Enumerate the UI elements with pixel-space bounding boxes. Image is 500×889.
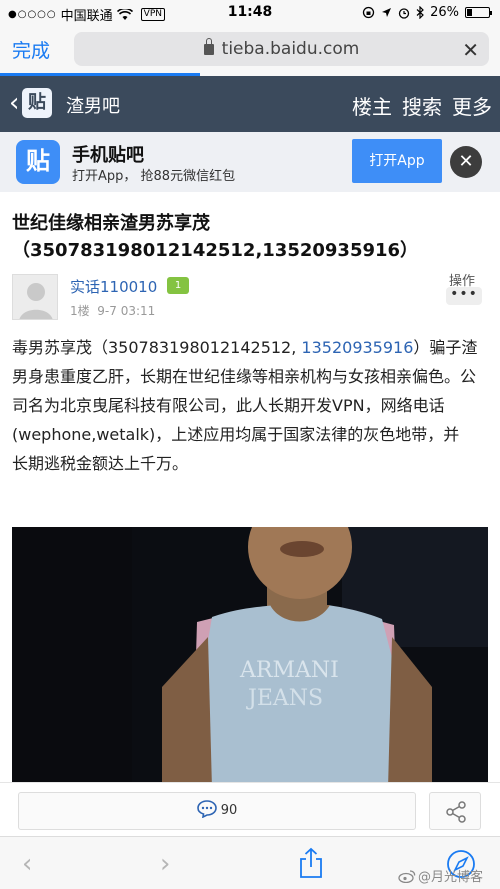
weibo-logo-icon: [398, 870, 416, 884]
battery-icon: [465, 7, 492, 18]
author-name[interactable]: 实话110010: [70, 276, 157, 297]
url-text: tieba.baidu.com: [221, 39, 360, 59]
location-icon: [382, 8, 392, 17]
reply-bar: 90: [0, 782, 500, 834]
svg-text:ARMANI: ARMANI: [239, 658, 339, 683]
comment-count: 90: [220, 803, 238, 818]
post-title: 世纪佳缘相亲渣男苏享茂 （35078319801214251​2,1352093…: [12, 210, 488, 264]
comment-bubble-icon: [196, 800, 217, 819]
url-field[interactable]: tieba.baidu.com ✕: [74, 32, 489, 66]
phone-link[interactable]: 13520935916: [301, 338, 413, 357]
done-button[interactable]: 完成: [12, 36, 50, 63]
tieba-logo[interactable]: 贴: [22, 88, 52, 118]
banner-title: 手机贴吧: [72, 145, 144, 166]
post-body-last: 长期逃税金额达上千万。: [12, 454, 189, 473]
share-nodes-icon: [446, 801, 466, 823]
header-action-search[interactable]: 搜索: [402, 91, 442, 120]
app-download-banner: 贴 手机贴吧 打开App， 抢88元微信红包 打开App ✕: [0, 132, 500, 192]
header-action-op[interactable]: 楼主: [352, 91, 392, 120]
banner-subtitle: 打开App， 抢88元微信红包: [72, 169, 236, 184]
floor-info: 1楼 9-7 03:11: [70, 302, 155, 319]
default-avatar-icon: [13, 275, 57, 319]
rotation-lock-icon: [362, 6, 375, 19]
back-chevron-icon[interactable]: ‹: [9, 90, 19, 116]
post-photo[interactable]: ARMANI JEANS: [12, 527, 488, 789]
floor-number: 1楼: [70, 304, 90, 318]
post-date: 9-7 03:11: [97, 304, 156, 318]
watermark: @月光博客: [398, 866, 483, 885]
watermark-text: @月光博客: [418, 870, 484, 885]
forum-name[interactable]: 渣男吧: [66, 92, 120, 118]
post-title-line1: 世纪佳缘相亲渣男苏享茂: [12, 213, 210, 234]
post-title-line2: （35078319801214251​2,13520935916）: [12, 240, 419, 261]
man-photo: ARMANI JEANS: [12, 527, 488, 789]
close-banner-icon[interactable]: ✕: [450, 146, 482, 178]
post-body-prefix: 毒男苏享茂（350783198012142512,: [12, 338, 302, 357]
comments-button[interactable]: 90: [18, 792, 416, 830]
status-bar: ●○○○○ 中国联通 VPN 11:48 26%: [0, 0, 500, 26]
close-icon[interactable]: ✕: [462, 38, 479, 62]
alarm-icon: [398, 7, 410, 19]
lock-icon: [203, 38, 214, 55]
svg-text:JEANS: JEANS: [246, 686, 323, 711]
header-action-more[interactable]: 更多: [452, 91, 492, 120]
browser-url-bar: 完成 tieba.baidu.com ✕: [0, 26, 500, 76]
forum-header: ‹ 贴 渣男吧 楼主 搜索 更多: [0, 76, 500, 132]
operations-more-button[interactable]: •••: [446, 287, 482, 305]
level-badge: 1: [167, 277, 189, 294]
share-icon[interactable]: [298, 847, 324, 879]
avatar[interactable]: [12, 274, 58, 320]
tieba-app-logo: 贴: [16, 140, 60, 184]
share-button[interactable]: [429, 792, 481, 830]
post-body: 毒男苏享茂（350783198012142512, 13520935916）骗子…: [12, 333, 490, 478]
bluetooth-icon: [416, 6, 424, 19]
forward-icon[interactable]: ›: [160, 849, 170, 879]
battery-percent: 26%: [430, 5, 459, 20]
back-icon[interactable]: ‹: [22, 849, 32, 879]
open-app-button[interactable]: 打开App: [352, 139, 442, 183]
